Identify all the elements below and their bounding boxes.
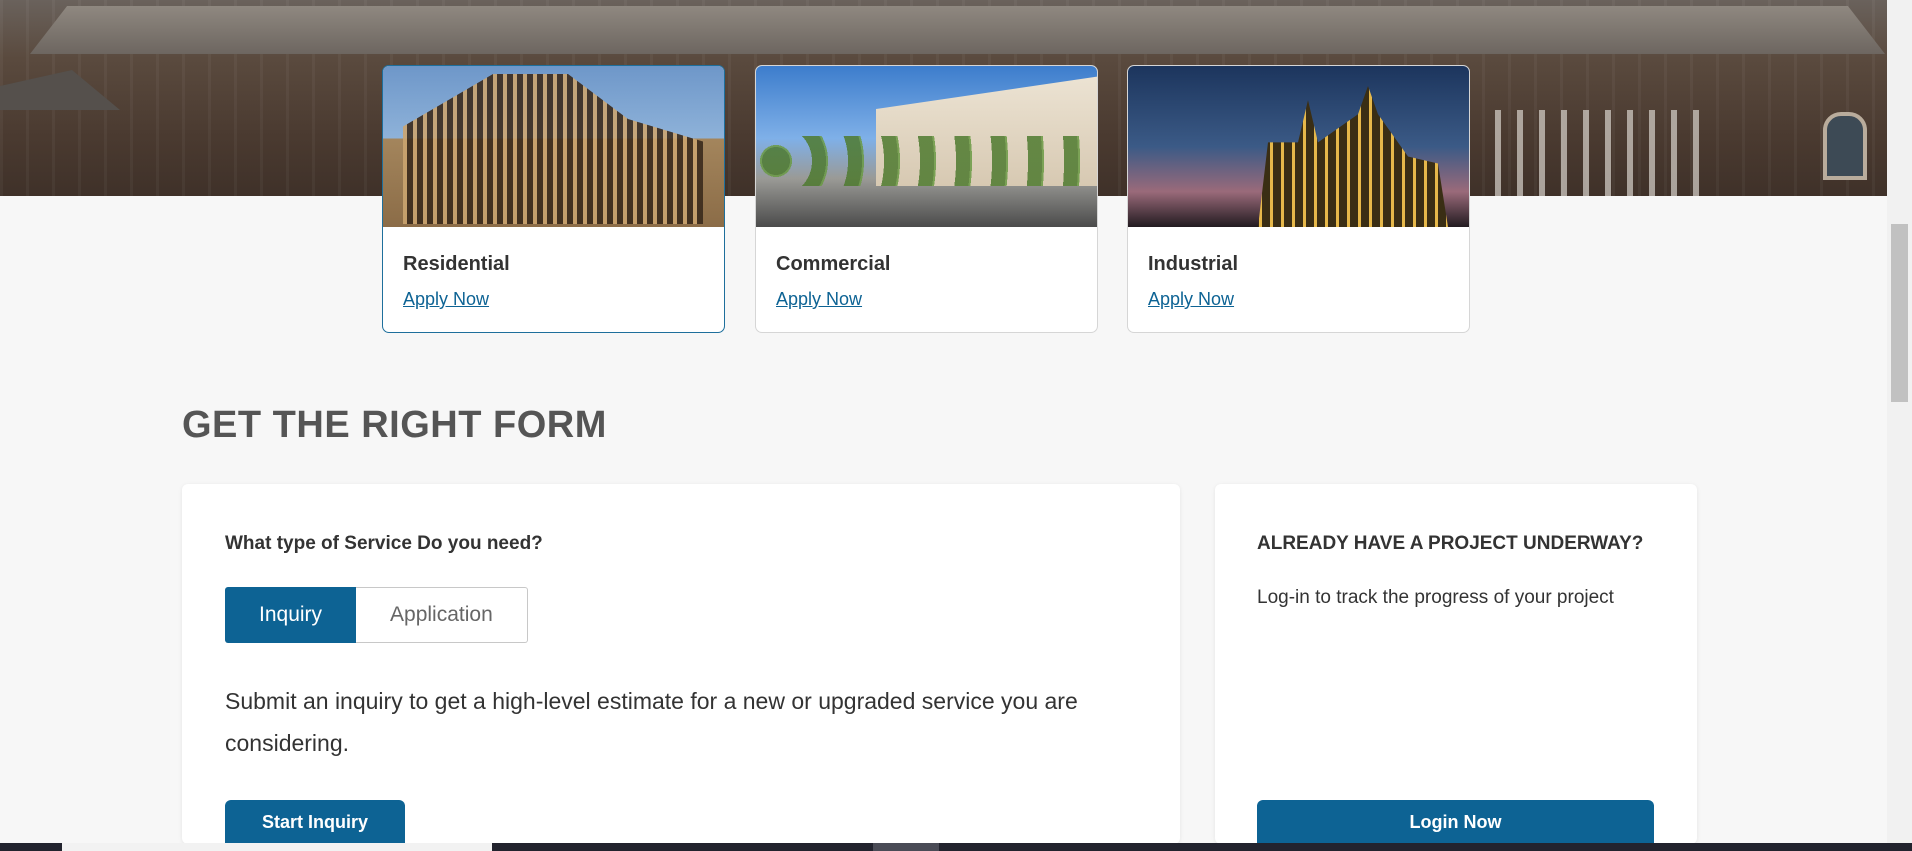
trees-graphic	[756, 136, 1097, 186]
card-title: Industrial	[1148, 253, 1239, 275]
apply-now-link-industrial[interactable]: Apply Now	[1148, 289, 1234, 310]
start-inquiry-button[interactable]: Start Inquiry	[225, 800, 405, 844]
login-now-button[interactable]: Login Now	[1257, 800, 1654, 844]
card-commercial[interactable]: Commercial Apply Now	[755, 65, 1098, 333]
inquiry-toggle-button[interactable]: Inquiry	[225, 587, 357, 643]
residential-image	[383, 66, 724, 227]
service-panel: What type of Service Do you need? Inquir…	[182, 484, 1180, 844]
hero-railing	[1495, 110, 1715, 196]
card-title: Commercial	[776, 253, 891, 275]
taskbar-item[interactable]	[62, 843, 492, 851]
hero-window	[1823, 112, 1867, 180]
taskbar-item[interactable]	[873, 843, 939, 851]
service-description: Submit an inquiry to get a high-level es…	[225, 688, 1078, 756]
apply-now-link-residential[interactable]: Apply Now	[403, 289, 489, 310]
project-panel-title: ALREADY HAVE A PROJECT UNDERWAY?	[1257, 533, 1644, 554]
hero-side-roof	[0, 70, 120, 110]
industrial-image	[1128, 66, 1469, 227]
house-frame-graphic	[403, 74, 703, 224]
commercial-image	[756, 66, 1097, 227]
section-heading: GET THE RIGHT FORM	[182, 404, 607, 446]
card-title: Residential	[403, 253, 510, 275]
taskbar	[0, 843, 1912, 851]
apply-now-link-commercial[interactable]: Apply Now	[776, 289, 862, 310]
service-type-toggle: Inquiry Application	[225, 587, 528, 643]
vertical-scrollbar[interactable]	[1887, 0, 1912, 843]
hero-roof-image	[30, 6, 1885, 54]
service-question-label: What type of Service Do you need?	[225, 533, 543, 554]
project-panel-text: Log-in to track the progress of your pro…	[1257, 587, 1614, 608]
card-industrial[interactable]: Industrial Apply Now	[1127, 65, 1470, 333]
plant-graphic	[1258, 86, 1448, 227]
card-residential[interactable]: Residential Apply Now	[382, 65, 725, 333]
project-panel: ALREADY HAVE A PROJECT UNDERWAY? Log-in …	[1215, 484, 1697, 844]
scrollbar-thumb[interactable]	[1891, 224, 1908, 402]
application-toggle-button[interactable]: Application	[356, 587, 528, 643]
